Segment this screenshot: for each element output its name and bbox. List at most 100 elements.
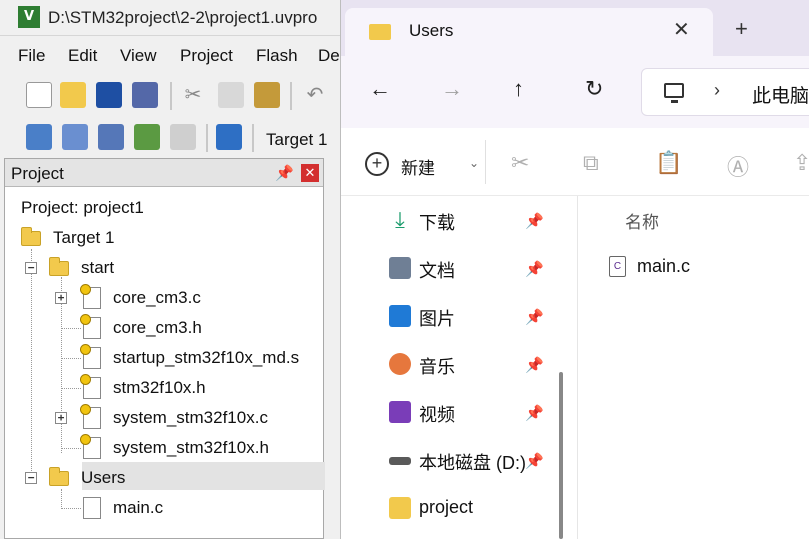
copy-icon[interactable]: ⧉ <box>583 150 599 176</box>
tree-line <box>61 388 81 389</box>
cut-icon[interactable]: ✂ <box>511 150 529 176</box>
translate-icon[interactable] <box>26 124 52 150</box>
target-selector[interactable]: Target 1 <box>266 130 327 150</box>
music-icon <box>389 353 411 375</box>
pin-icon[interactable]: 📌 <box>525 452 544 470</box>
download-load-icon[interactable] <box>216 124 242 150</box>
toolbar-separator <box>485 140 486 184</box>
folder-icon <box>369 24 391 40</box>
cut-icon[interactable]: ✂ <box>180 82 206 108</box>
menu-view[interactable]: View <box>120 46 157 66</box>
close-icon[interactable]: ✕ <box>301 164 319 182</box>
tab-users[interactable]: Users ✕ <box>345 8 713 56</box>
pictures-icon <box>389 305 411 327</box>
pin-icon[interactable]: 📌 <box>525 356 544 374</box>
header-file-icon <box>80 374 101 399</box>
column-header-name[interactable]: 名称 <box>625 208 659 233</box>
pin-icon[interactable]: 📌 <box>525 212 544 230</box>
nav-item-videos[interactable]: 视频 📌 <box>389 398 561 428</box>
file-system-c[interactable]: + system_stm32f10x.c <box>55 404 315 431</box>
pin-icon[interactable]: 📌 <box>525 404 544 422</box>
copy-icon[interactable] <box>218 82 244 108</box>
file-stm32f10x-h[interactable]: stm32f10x.h <box>55 374 315 401</box>
download-icon: ⤓ <box>395 207 405 232</box>
scrollbar[interactable] <box>559 372 563 539</box>
header-file-icon <box>80 434 101 459</box>
folder-icon <box>49 257 69 276</box>
rename-icon[interactable]: Ⓐ <box>727 150 749 182</box>
back-arrow-icon[interactable]: ← <box>369 76 391 102</box>
toolbar-separator <box>252 124 254 152</box>
tree-line <box>61 448 81 449</box>
toolbar-separator <box>290 82 292 110</box>
file-item[interactable]: C main.c <box>609 252 809 282</box>
keil-app-icon: V <box>18 6 40 28</box>
stop-build-icon[interactable] <box>170 124 196 150</box>
chevron-right-icon[interactable]: › <box>714 80 720 101</box>
nav-item-music[interactable]: 音乐 📌 <box>389 350 561 380</box>
share-icon[interactable]: ⇪ <box>793 150 809 176</box>
standard-toolbar: ✂ ↶ <box>0 76 340 114</box>
menu-edit[interactable]: Edit <box>68 46 97 66</box>
new-button[interactable]: + 新建 ⌄ <box>365 152 479 178</box>
pin-icon[interactable]: 📌 <box>275 164 294 182</box>
file-main-c[interactable]: main.c <box>55 495 315 521</box>
file-startup[interactable]: startup_stm32f10x_md.s <box>55 344 321 371</box>
pin-icon[interactable]: 📌 <box>525 260 544 278</box>
file-system-h[interactable]: system_stm32f10x.h <box>55 434 315 461</box>
nav-item-documents[interactable]: 文档 📌 <box>389 254 561 284</box>
collapse-icon[interactable]: − <box>25 472 37 484</box>
collapse-icon[interactable]: − <box>25 262 37 274</box>
explorer-nav-bar: ← → ↑ ↻ › 此电脑 <box>341 56 809 128</box>
paste-icon[interactable]: 📋 <box>655 150 682 176</box>
c-file-icon: C <box>609 256 626 277</box>
rebuild-icon[interactable] <box>98 124 124 150</box>
new-file-icon[interactable] <box>26 82 52 108</box>
paste-icon[interactable] <box>254 82 280 108</box>
pane-divider[interactable] <box>577 196 578 539</box>
batch-build-icon[interactable] <box>134 124 160 150</box>
new-tab-button[interactable]: + <box>735 16 748 42</box>
menu-bar: File Edit View Project Flash De <box>0 42 340 72</box>
file-name: main.c <box>637 256 691 276</box>
build-icon[interactable] <box>62 124 88 150</box>
expand-icon[interactable]: + <box>55 412 67 424</box>
file-core-cm3-c[interactable]: + core_cm3.c <box>55 284 315 311</box>
menu-flash[interactable]: Flash <box>256 46 298 66</box>
target-node[interactable]: Target 1 <box>17 225 317 251</box>
folder-icon <box>389 497 411 519</box>
refresh-icon[interactable]: ↻ <box>585 76 603 102</box>
expand-icon[interactable]: + <box>55 292 67 304</box>
nav-item-project[interactable]: project <box>389 494 561 524</box>
open-folder-icon[interactable] <box>60 82 86 108</box>
address-bar[interactable]: › 此电脑 <box>641 68 809 116</box>
up-arrow-icon[interactable]: ↑ <box>513 76 524 102</box>
file-core-cm3-h[interactable]: core_cm3.h <box>55 314 315 341</box>
close-icon[interactable]: ✕ <box>673 17 690 42</box>
address-text: 此电脑 <box>752 86 809 107</box>
nav-item-local-disk[interactable]: 本地磁盘 (D:) 📌 <box>389 446 561 476</box>
forward-arrow-icon[interactable]: → <box>441 76 463 102</box>
keil-titlebar: V D:\STM32project\2-2\project1.uvpro <box>0 0 340 36</box>
group-start[interactable]: − start <box>25 255 315 281</box>
undo-icon[interactable]: ↶ <box>302 82 328 108</box>
save-icon[interactable] <box>96 82 122 108</box>
source-file-icon <box>80 404 101 429</box>
save-all-icon[interactable] <box>132 82 158 108</box>
nav-item-downloads[interactable]: ⤓ 下载 📌 <box>389 206 561 236</box>
toolbar-separator <box>206 124 208 152</box>
explorer-command-bar: + 新建 ⌄ ✂ ⧉ 📋 Ⓐ ⇪ <box>341 128 809 196</box>
video-icon <box>389 401 411 423</box>
tree-line <box>61 328 81 329</box>
group-users[interactable]: − Users <box>25 465 315 491</box>
source-file-icon <box>80 284 101 309</box>
menu-file[interactable]: File <box>18 46 45 66</box>
pin-icon[interactable]: 📌 <box>525 308 544 326</box>
chevron-down-icon: ⌄ <box>469 156 480 170</box>
nav-item-pictures[interactable]: 图片 📌 <box>389 302 561 332</box>
toolbar-separator <box>170 82 172 110</box>
asm-file-icon <box>80 344 101 369</box>
menu-project[interactable]: Project <box>180 46 233 66</box>
keil-window-title: D:\STM32project\2-2\project1.uvpro <box>48 8 318 27</box>
menu-debug[interactable]: De <box>318 46 340 66</box>
